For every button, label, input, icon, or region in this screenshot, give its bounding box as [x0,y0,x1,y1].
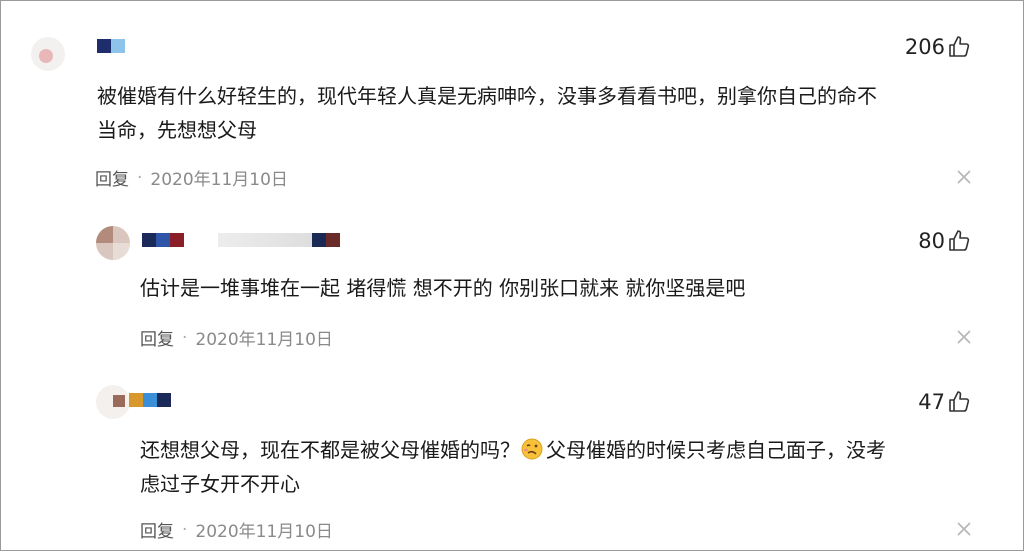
comment-text-line: 当命，先想想父母 [97,118,257,142]
like-control[interactable]: 206 [905,35,971,59]
comment-date: 2020年11月10日 [195,522,333,542]
comment-text-line: 被催婚有什么好轻生的，现代年轻人真是无病呻吟，没事多看看书吧，别拿你自己的命不 [97,84,877,108]
comment-date: 2020年11月10日 [150,170,288,190]
comment-text: 还想想父母，现在不都是被父母催婚的吗？ 父母催婚的时候只考虑自己面子，没考 虑过… [140,433,1000,501]
separator-dot: · [137,167,143,188]
comment-meta: 回复 · 2020年11月10日 [140,517,333,543]
avatar[interactable] [96,385,130,419]
comments-panel: 206 被催婚有什么好轻生的，现代年轻人真是无病呻吟，没事多看看书吧，别拿你自己… [0,0,1024,551]
comment-text: 估计是一堆事堆在一起 堵得慌 想不开的 你别张口就来 就你坚强是吧 [140,271,1000,305]
comment-text-line: 虑过子女开不开心 [140,472,300,496]
comment-text: 被催婚有什么好轻生的，现代年轻人真是无病呻吟，没事多看看书吧，别拿你自己的命不 … [97,79,997,147]
reply-item: 80 估计是一堆事堆在一起 堵得慌 想不开的 你别张口就来 就你坚强是吧 回复 … [1,201,1023,371]
comment-text-segment: 父母催婚的时候只考虑自己面子，没考 [546,438,886,462]
reply-item: 47 还想想父母，现在不都是被父母催婚的吗？ 父母催婚的时候只考虑自己面子，没考… [1,371,1023,550]
comment-text-segment: 还想想父母，现在不都是被父母催婚的吗？ [140,438,520,462]
thumbs-up-icon[interactable] [947,390,971,414]
like-count: 80 [918,229,945,253]
username-redacted[interactable] [142,233,340,247]
separator-dot: · [182,327,188,348]
comment-date: 2020年11月10日 [195,330,333,350]
like-count: 47 [918,390,945,414]
avatar[interactable] [96,226,130,260]
like-count: 206 [904,35,945,59]
close-icon[interactable] [956,521,972,537]
thumbs-up-icon[interactable] [947,35,971,59]
reply-button[interactable]: 回复 [95,165,129,190]
comment-meta: 回复 · 2020年11月10日 [140,325,333,351]
reply-button[interactable]: 回复 [140,325,174,350]
comment-item: 206 被催婚有什么好轻生的，现代年轻人真是无病呻吟，没事多看看书吧，别拿你自己… [1,1,1023,201]
username-redacted[interactable] [129,393,171,407]
reply-button[interactable]: 回复 [140,517,174,542]
woozy-face-emoji-icon [521,438,543,460]
close-icon[interactable] [956,329,972,345]
thumbs-up-icon[interactable] [947,229,971,253]
separator-dot: · [182,519,188,540]
close-icon[interactable] [956,169,972,185]
comment-text-line: 估计是一堆事堆在一起 堵得慌 想不开的 你别张口就来 就你坚强是吧 [140,276,746,300]
username-redacted[interactable] [97,39,125,53]
comment-text-line: 还想想父母，现在不都是被父母催婚的吗？ 父母催婚的时候只考虑自己面子，没考 [140,433,1000,467]
like-control[interactable]: 80 [918,229,971,253]
comment-meta: 回复 · 2020年11月10日 [95,165,288,191]
like-control[interactable]: 47 [918,390,971,414]
avatar[interactable] [31,37,65,71]
